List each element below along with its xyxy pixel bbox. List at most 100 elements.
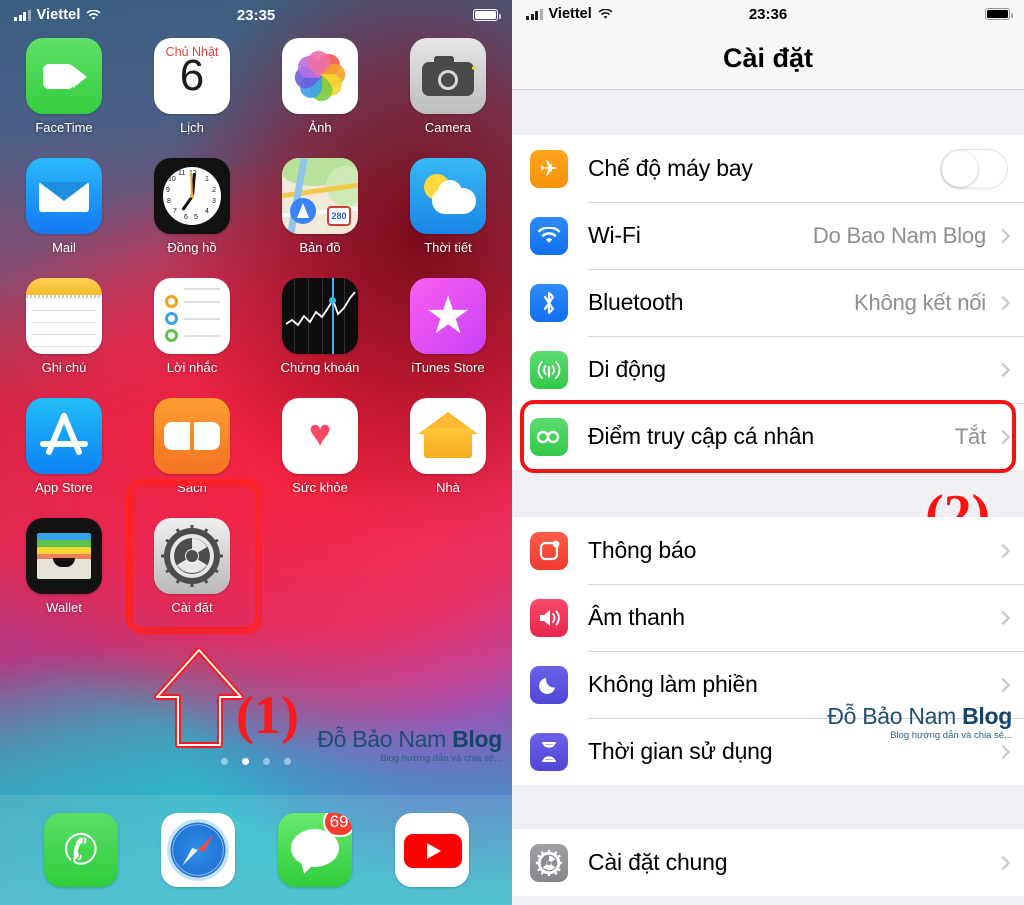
row-label: Cài đặt chung bbox=[588, 849, 728, 875]
left-clock-time: 23:35 bbox=[236, 6, 276, 24]
app-icon-weather[interactable]: Thời tiết bbox=[384, 158, 512, 270]
row-value: Do Bao Nam Blog bbox=[812, 222, 986, 248]
chevron-right-icon bbox=[995, 429, 1011, 444]
app-label: App Store bbox=[35, 480, 93, 495]
chevron-right-icon bbox=[995, 744, 1011, 759]
app-icon-maps[interactable]: 280 Bản đồ bbox=[256, 158, 384, 270]
row-accessory bbox=[986, 744, 1024, 759]
watermark-tagline: Blog hướng dẫn và chia sẻ... bbox=[890, 730, 1012, 741]
page-title: Cài đặt bbox=[512, 28, 1024, 90]
app-icon-photos[interactable]: Ảnh bbox=[256, 38, 384, 150]
app-label: Đồng hồ bbox=[167, 240, 217, 255]
settings-row-cellular[interactable]: Di động bbox=[512, 336, 1024, 403]
app-icon-wallet[interactable]: Wallet bbox=[0, 518, 128, 630]
settings-row-bluetooth[interactable]: Bluetooth Không kết nối bbox=[512, 269, 1024, 336]
right-clock-time: 23:36 bbox=[748, 5, 788, 23]
reminders-icon bbox=[154, 278, 230, 354]
stocks-icon bbox=[282, 278, 358, 354]
app-grid: FaceTime Chủ Nhật 6 Lịch Ảnh Camera Mail… bbox=[0, 38, 512, 630]
youtube-icon[interactable] bbox=[394, 813, 469, 887]
home-icon bbox=[410, 398, 486, 474]
page-dot[interactable] bbox=[221, 758, 228, 765]
app-icon-books[interactable]: Sách bbox=[128, 398, 256, 510]
page-dot[interactable] bbox=[263, 758, 270, 765]
do-not-disturb-icon bbox=[530, 665, 568, 704]
personal-hotspot-icon bbox=[530, 417, 568, 456]
section-gap-top bbox=[512, 91, 1024, 135]
watermark-title: Đỗ Bảo Nam Blog bbox=[317, 726, 502, 752]
wifi-settings-icon bbox=[530, 216, 568, 255]
settings-row-notifications[interactable]: Thông báo bbox=[512, 517, 1024, 584]
general-settings-icon bbox=[530, 843, 568, 882]
app-icon-notes[interactable]: Ghi chú bbox=[0, 278, 128, 390]
two-phone-tutorial-screenshot: Viettel 23:35 FaceTime Chủ Nhật 6 Lịch Ả… bbox=[0, 0, 1024, 905]
health-icon: ♥ bbox=[282, 398, 358, 474]
app-label: Sách bbox=[177, 480, 207, 495]
row-value: Tắt bbox=[954, 423, 986, 449]
page-dots[interactable] bbox=[0, 758, 512, 765]
bluetooth-icon bbox=[530, 283, 568, 322]
row-accessory bbox=[986, 855, 1024, 870]
airplane-mode-toggle[interactable] bbox=[940, 148, 1008, 189]
app-label: Cài đặt bbox=[171, 600, 213, 615]
photos-icon bbox=[282, 38, 358, 114]
calendar-icon: Chủ Nhật 6 bbox=[154, 38, 230, 114]
app-icon-camera[interactable]: Camera bbox=[384, 38, 512, 150]
app-icon-stocks[interactable]: Chứng khoán bbox=[256, 278, 384, 390]
screen-time-icon bbox=[530, 732, 568, 771]
app-icon-itunes-store[interactable]: ★ iTunes Store bbox=[384, 278, 512, 390]
chevron-right-icon bbox=[995, 295, 1011, 310]
camera-icon bbox=[410, 38, 486, 114]
app-icon-health[interactable]: ♥ Sức khỏe bbox=[256, 398, 384, 510]
row-label: Âm thanh bbox=[588, 604, 685, 630]
settings-row-airplane-mode[interactable]: ✈ Chế độ máy bay bbox=[512, 135, 1024, 202]
settings-row-sounds[interactable]: Âm thanh bbox=[512, 584, 1024, 651]
row-label: Chế độ máy bay bbox=[588, 155, 753, 181]
wallet-icon bbox=[26, 518, 102, 594]
app-label: Thời tiết bbox=[424, 240, 472, 255]
right-phone-settings-screen: Viettel 23:36 Cài đặt ✈ Chế độ máy bay W… bbox=[512, 0, 1024, 905]
messages-icon[interactable]: 69 bbox=[277, 813, 352, 887]
chevron-right-icon bbox=[995, 855, 1011, 870]
airplane-mode-icon: ✈ bbox=[530, 149, 568, 188]
chevron-right-icon bbox=[995, 362, 1011, 377]
safari-icon[interactable] bbox=[160, 813, 235, 887]
settings-row-general[interactable]: Cài đặt chung bbox=[512, 829, 1024, 896]
app-label: iTunes Store bbox=[411, 360, 485, 375]
app-label: Wallet bbox=[46, 600, 82, 615]
row-label: Điểm truy cập cá nhân bbox=[588, 423, 814, 449]
app-label: Chứng khoán bbox=[280, 360, 360, 375]
app-label: Ảnh bbox=[308, 120, 332, 135]
app-label: Lời nhắc bbox=[166, 360, 218, 375]
app-label: Sức khỏe bbox=[292, 480, 348, 495]
page-dot-active[interactable] bbox=[242, 758, 249, 765]
chevron-right-icon bbox=[995, 228, 1011, 243]
app-icon-settings[interactable]: Cài đặt bbox=[128, 518, 256, 630]
row-label: Bluetooth bbox=[588, 289, 684, 315]
chevron-right-icon bbox=[995, 677, 1011, 692]
row-accessory bbox=[940, 148, 1024, 189]
app-label: Ghi chú bbox=[41, 360, 87, 375]
chevron-right-icon bbox=[995, 610, 1011, 625]
row-accessory: Tắt bbox=[955, 424, 1024, 450]
row-accessory bbox=[986, 677, 1024, 692]
app-icon-home[interactable]: Nhà bbox=[384, 398, 512, 510]
row-value: Không kết nối bbox=[854, 289, 986, 315]
app-icon-mail[interactable]: Mail bbox=[0, 158, 128, 270]
phone-icon[interactable]: ✆ bbox=[43, 813, 118, 887]
right-status-right bbox=[985, 8, 1013, 20]
app-icon-clock[interactable]: 12 1 2 3 4 5 6 7 8 9 10 11 Đồng hồ bbox=[128, 158, 256, 270]
app-icon-app-store[interactable]: App Store bbox=[0, 398, 128, 510]
app-icon-calendar[interactable]: Chủ Nhật 6 Lịch bbox=[128, 38, 256, 150]
left-status-bar: Viettel 23:35 bbox=[0, 0, 512, 30]
app-icon-reminders[interactable]: Lời nhắc bbox=[128, 278, 256, 390]
settings-row-personal-hotspot[interactable]: Điểm truy cập cá nhân Tắt bbox=[512, 403, 1024, 470]
section-gap-2 bbox=[512, 785, 1024, 829]
settings-row-wifi[interactable]: Wi-Fi Do Bao Nam Blog bbox=[512, 202, 1024, 269]
settings-section-alerts: Thông báo Âm thanh Không làm phiền Thời … bbox=[512, 517, 1024, 785]
app-icon-facetime[interactable]: FaceTime bbox=[0, 38, 128, 150]
settings-section-connectivity: ✈ Chế độ máy bay Wi-Fi Do Bao Nam Blog B… bbox=[512, 135, 1024, 470]
page-dot[interactable] bbox=[284, 758, 291, 765]
row-accessory bbox=[986, 543, 1024, 558]
settings-section-general: Cài đặt chung bbox=[512, 829, 1024, 896]
